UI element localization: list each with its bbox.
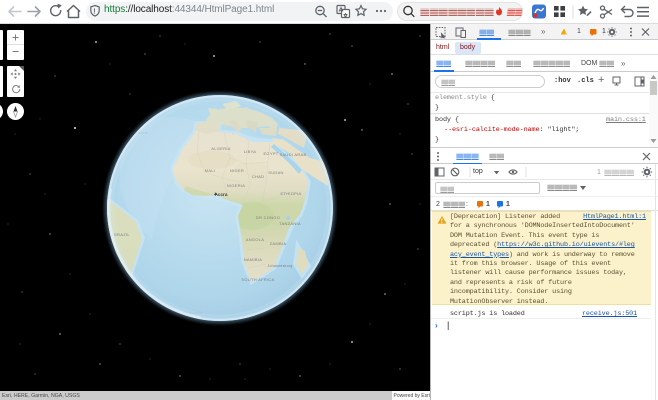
- svg-text:CHAD: CHAD: [252, 174, 265, 179]
- svg-text:!: !: [441, 219, 443, 225]
- svg-text:NIGER: NIGER: [230, 168, 244, 173]
- svg-text:NIGERIA: NIGERIA: [227, 183, 246, 188]
- svg-text:!: !: [565, 30, 567, 36]
- svg-text:ZAMBIA: ZAMBIA: [270, 241, 287, 246]
- svg-text:ETHIOPIA: ETHIOPIA: [280, 191, 301, 196]
- svg-text:SOUTH AFRICA: SOUTH AFRICA: [241, 277, 274, 282]
- svg-text:ANGOLA: ANGOLA: [246, 237, 265, 242]
- svg-text:DR CONGO: DR CONGO: [256, 215, 280, 220]
- svg-text:TANZANIA: TANZANIA: [279, 221, 301, 226]
- svg-text:SUDAN: SUDAN: [268, 170, 284, 175]
- svg-text:LIBYA: LIBYA: [244, 149, 257, 154]
- svg-text:Johannesburg: Johannesburg: [267, 264, 292, 268]
- svg-text:NAMIBIA: NAMIBIA: [244, 257, 263, 262]
- svg-text:!: !: [93, 9, 95, 16]
- svg-text:SAUDI ARAB: SAUDI ARAB: [279, 152, 306, 157]
- svg-text:ALGERIA: ALGERIA: [211, 146, 230, 151]
- svg-text:MALI: MALI: [205, 168, 216, 173]
- svg-text:EGYPT: EGYPT: [263, 151, 278, 156]
